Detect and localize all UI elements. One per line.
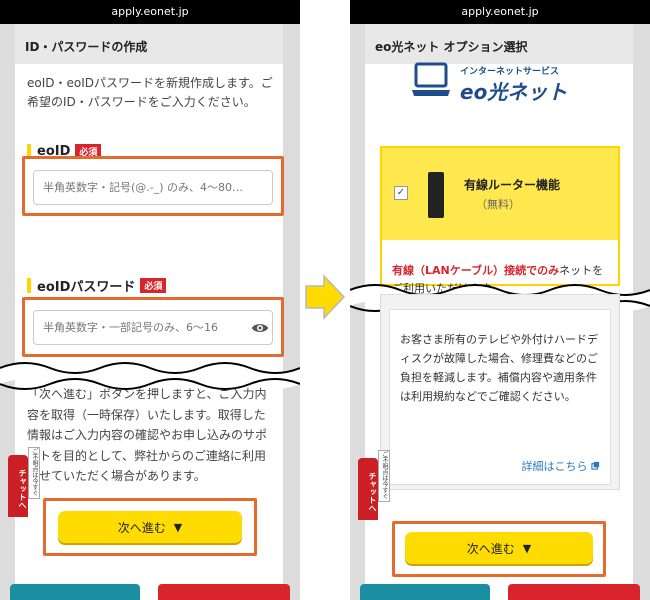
- detail-link-label: 詳細はこちら: [521, 460, 588, 473]
- detail-text: お客さま所有のテレビや外付けハードディスクが故障した場合、修理費などのご負担を軽…: [400, 333, 598, 403]
- url-bar: apply.eonet.jp: [0, 0, 300, 24]
- label-bar: [27, 277, 31, 293]
- estimate-button[interactable]: [508, 584, 640, 600]
- option-header: ✓ 有線ルーター機能 （無料）: [382, 148, 618, 240]
- intro-text: eoID・eoIDパスワードを新規作成します。ご希望のID・パスワードをご入力く…: [27, 76, 273, 109]
- page-title: eo光ネット オプション選択: [365, 24, 633, 64]
- eo-net-logo: インターネットサービス eo光ネット: [412, 60, 580, 108]
- chat-tab[interactable]: チャットへ: [358, 458, 378, 520]
- option-title: 有線ルーター機能: [464, 178, 561, 192]
- logo-title: eo光ネット: [460, 80, 568, 104]
- save-button[interactable]: [360, 584, 490, 600]
- detail-inner: お客さま所有のテレビや外付けハードディスクが故障した場合、修理費などのご負担を軽…: [389, 309, 611, 485]
- detail-panel: お客さま所有のテレビや外付けハードディスクが故障した場合、修理費などのご負担を軽…: [380, 294, 620, 490]
- router-option[interactable]: ✓ 有線ルーター機能 （無料） 有線（LANケーブル）接続でのみネットをご利用い…: [380, 146, 620, 295]
- option-price: （無料）: [476, 198, 520, 211]
- external-link-icon: [591, 461, 600, 470]
- arrow-right-icon: [305, 274, 346, 320]
- chat-note: ご不明点は今すぐ: [378, 450, 390, 502]
- next-button-highlight: [43, 498, 257, 556]
- chat-note: ご不明点は今すぐ: [28, 447, 40, 499]
- phone-screen-left: apply.eonet.jp ID・パスワードの作成 eoID・eoIDパスワー…: [0, 0, 300, 600]
- detail-link[interactable]: 詳細はこちら: [522, 458, 601, 474]
- estimate-button[interactable]: [158, 584, 290, 600]
- chat-tab[interactable]: チャットへ: [8, 455, 28, 517]
- next-button-highlight: [392, 521, 606, 577]
- tear-divider: [0, 362, 300, 390]
- router-icon: [428, 172, 444, 218]
- password-label-text: eoIDパスワード: [37, 279, 136, 295]
- save-button[interactable]: [10, 584, 140, 600]
- url-bar: apply.eonet.jp: [350, 0, 650, 24]
- consent-text: 「次へ進む」ボタンを押しますと、ご入力内容を取得（一時保存）いたします。取得した…: [27, 387, 268, 483]
- phone-screen-right: apply.eonet.jp eo光ネット オプション選択 インターネットサービ…: [350, 0, 650, 600]
- laptop-icon: [412, 62, 450, 96]
- option-checkbox[interactable]: ✓: [394, 186, 408, 200]
- required-badge: 必須: [140, 277, 167, 293]
- page-title: ID・パスワードの作成: [15, 24, 283, 64]
- eoid-highlight: [22, 156, 284, 216]
- password-highlight: [22, 297, 284, 357]
- password-label: eoIDパスワード 必須: [27, 276, 167, 295]
